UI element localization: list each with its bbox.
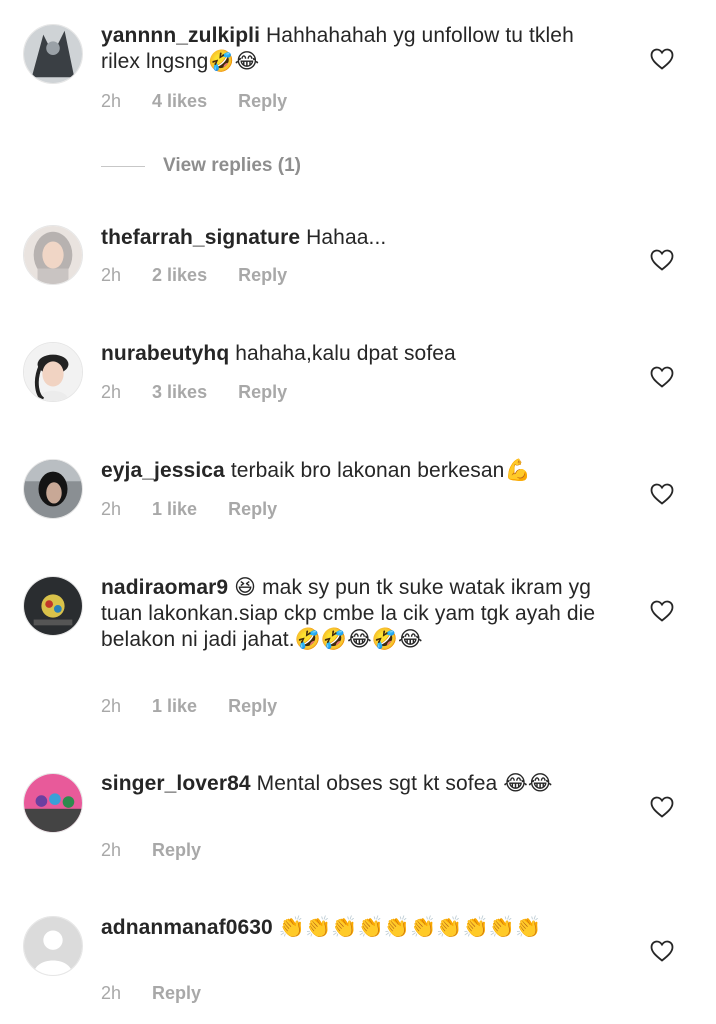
comment-text: thefarrah_signature Hahaa... [101, 225, 611, 251]
comment-likes[interactable]: 2 likes [152, 265, 207, 285]
heart-outline-icon[interactable] [650, 249, 674, 271]
comment-username[interactable]: nadiraomar9 [101, 576, 228, 599]
comment-username[interactable]: yannnn_zulkipli [101, 24, 260, 47]
comment-time: 2h [101, 983, 122, 1003]
comment-body: hahaha,kalu dpat sofea [235, 342, 456, 365]
comment-likes[interactable]: 3 likes [152, 382, 207, 402]
comment-likes[interactable]: 1 like [152, 499, 197, 519]
heart-outline-icon[interactable] [650, 940, 674, 962]
comment-text: adnanmanaf0630 👏👏👏👏👏👏👏👏👏👏 [101, 915, 611, 941]
heart-outline-icon[interactable] [650, 366, 674, 388]
heart-outline-icon[interactable] [650, 600, 674, 622]
default-avatar-icon[interactable] [23, 916, 83, 976]
comment-meta: 2h 1 like Reply [101, 696, 308, 717]
comment-likes[interactable]: 1 like [152, 696, 197, 716]
comment-body: 👏👏👏👏👏👏👏👏👏👏 [278, 916, 542, 939]
avatar[interactable] [23, 225, 83, 285]
comment-meta: 2h 4 likes Reply [101, 91, 318, 112]
comment-likes[interactable]: 4 likes [152, 91, 207, 111]
reply-button[interactable]: Reply [228, 499, 277, 519]
reply-button[interactable]: Reply [152, 840, 201, 860]
comment-time: 2h [101, 840, 122, 860]
reply-button[interactable]: Reply [152, 983, 201, 1003]
comment-username[interactable]: adnanmanaf0630 [101, 916, 273, 939]
comment-body: Mental obses sgt kt sofea 😂😂 [256, 772, 553, 795]
avatar[interactable] [23, 773, 83, 833]
avatar[interactable] [23, 24, 83, 84]
reply-button[interactable]: Reply [238, 91, 287, 111]
comment-time: 2h [101, 265, 122, 285]
avatar[interactable] [23, 342, 83, 402]
comment-time: 2h [101, 499, 122, 519]
comment-meta: 2h 1 like Reply [101, 499, 308, 520]
comment-text: eyja_jessica terbaik bro lakonan berkesan… [101, 458, 611, 484]
comment-text: nurabeutyhq hahaha,kalu dpat sofea [101, 341, 611, 367]
comment-username[interactable]: eyja_jessica [101, 459, 225, 482]
reply-button[interactable]: Reply [238, 382, 287, 402]
comment-meta: 2h Reply [101, 983, 232, 1004]
comment-username[interactable]: thefarrah_signature [101, 226, 300, 249]
reply-button[interactable]: Reply [228, 696, 277, 716]
heart-outline-icon[interactable] [650, 796, 674, 818]
comment-text: singer_lover84 Mental obses sgt kt sofea … [101, 771, 611, 797]
comment-meta: 2h 2 likes Reply [101, 265, 318, 286]
comment-text: nadiraomar9 😆 mak sy pun tk suke watak ik… [101, 575, 611, 653]
comment-meta: 2h 3 likes Reply [101, 382, 318, 403]
view-replies-button[interactable]: View replies (1) [101, 155, 301, 177]
comment-time: 2h [101, 91, 122, 111]
comment-time: 2h [101, 382, 122, 402]
comment-body: Hahaa... [306, 226, 387, 249]
comment-meta: 2h Reply [101, 840, 232, 861]
comment-username[interactable]: singer_lover84 [101, 772, 251, 795]
heart-outline-icon[interactable] [650, 483, 674, 505]
comment-time: 2h [101, 696, 122, 716]
reply-button[interactable]: Reply [238, 265, 287, 285]
comment-body: terbaik bro lakonan berkesan💪 [230, 459, 531, 482]
comment-username[interactable]: nurabeutyhq [101, 342, 229, 365]
comment-text: yannnn_zulkipli Hahhahahah yg unfollow tu… [101, 23, 611, 75]
avatar[interactable] [23, 576, 83, 636]
avatar[interactable] [23, 459, 83, 519]
replies-divider [101, 165, 145, 167]
view-replies-label: View replies (1) [163, 155, 301, 176]
heart-outline-icon[interactable] [650, 48, 674, 70]
